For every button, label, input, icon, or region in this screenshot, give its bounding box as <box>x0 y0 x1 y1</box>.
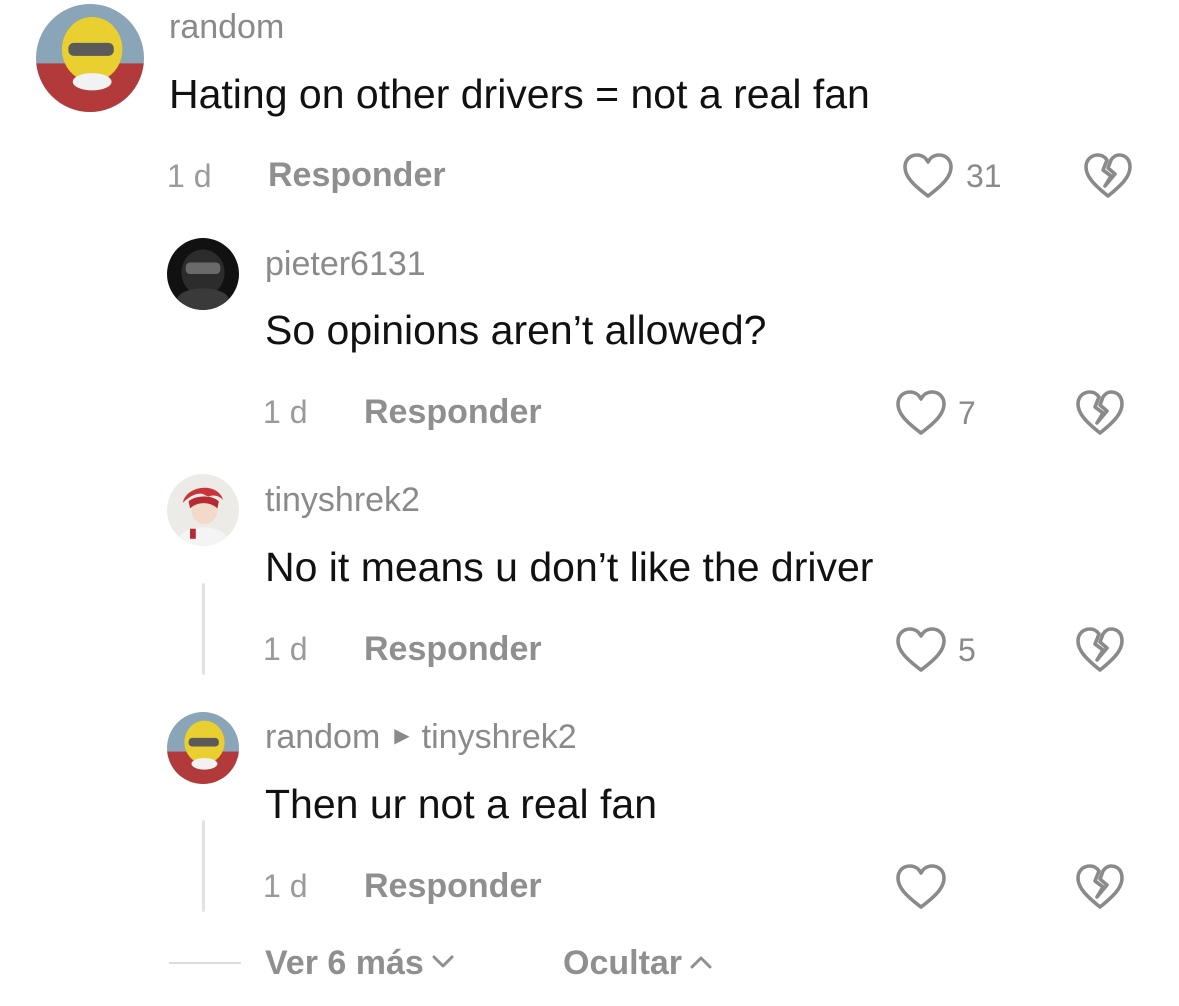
view-more-replies-button[interactable]: Ver 6 más <box>265 946 454 980</box>
avatar[interactable] <box>167 474 239 546</box>
like-heart-icon[interactable] <box>895 863 947 911</box>
reply-target-username[interactable]: tinyshrek2 <box>422 718 577 756</box>
comment-username[interactable]: tinyshrek2 <box>265 483 420 517</box>
reply-button[interactable]: Responder <box>364 869 542 903</box>
comment-username[interactable]: pieter6131 <box>265 247 426 281</box>
view-more-label: Ver 6 más <box>265 944 424 982</box>
reply-arrow-icon: ▶ <box>394 725 410 748</box>
chevron-down-icon <box>432 955 454 968</box>
comment-text: No it means u don’t like the driver <box>265 544 874 590</box>
like-heart-icon[interactable] <box>895 626 947 674</box>
comment-username[interactable]: random <box>169 10 284 44</box>
comment-time: 1 d <box>263 394 308 430</box>
comment-text: Then ur not a real fan <box>265 781 658 827</box>
dislike-broken-heart-icon[interactable] <box>1075 626 1125 674</box>
reply-author[interactable]: random <box>265 718 380 756</box>
comment-time: 1 d <box>263 631 308 667</box>
dislike-broken-heart-icon[interactable] <box>1075 389 1125 437</box>
reply-button[interactable]: Responder <box>364 395 542 429</box>
thread-line <box>202 820 205 912</box>
reply-button[interactable]: Responder <box>268 158 446 192</box>
like-count: 5 <box>958 632 976 668</box>
comment-text: So opinions aren’t allowed? <box>265 307 767 353</box>
thread-line <box>202 583 205 675</box>
hide-label: Ocultar <box>563 944 683 982</box>
hide-replies-button[interactable]: Ocultar <box>563 946 712 980</box>
dislike-broken-heart-icon[interactable] <box>1083 152 1133 200</box>
like-heart-icon[interactable] <box>902 152 954 200</box>
dislike-broken-heart-icon[interactable] <box>1075 863 1125 911</box>
comment-username[interactable]: random ▶ tinyshrek2 <box>265 720 577 754</box>
comment-text: Hating on other drivers = not a real fan <box>169 71 870 117</box>
avatar[interactable] <box>36 4 144 112</box>
avatar[interactable] <box>167 712 239 784</box>
chevron-up-icon <box>690 956 712 969</box>
comment-time: 1 d <box>167 158 212 194</box>
like-count: 7 <box>958 395 976 431</box>
avatar[interactable] <box>167 238 239 310</box>
like-count: 31 <box>966 158 1002 194</box>
like-heart-icon[interactable] <box>895 389 947 437</box>
reply-button[interactable]: Responder <box>364 632 542 666</box>
divider <box>169 962 241 964</box>
comment-time: 1 d <box>263 868 308 904</box>
